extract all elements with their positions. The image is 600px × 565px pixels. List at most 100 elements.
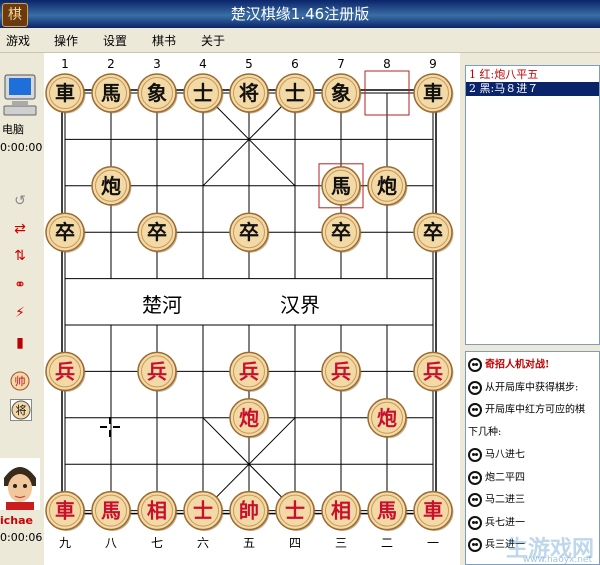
- piece-label: 兵: [55, 359, 75, 383]
- window-title: 楚汉棋缘1.46注册版: [230, 5, 370, 23]
- piece-label: 卒: [239, 220, 259, 244]
- chess-piece[interactable]: 卒: [229, 212, 270, 253]
- chess-piece[interactable]: 車: [413, 490, 454, 532]
- column-label-top: 9: [429, 57, 437, 71]
- piece-label: 帥: [239, 499, 259, 523]
- hint-line: 开局库中红方可应的棋: [468, 403, 585, 418]
- piece-label: 炮: [101, 174, 121, 198]
- piece-label: 兵: [147, 359, 167, 383]
- top-player-name: 电脑: [2, 123, 24, 136]
- piece-label: 卒: [147, 220, 167, 244]
- column-label-top: 5: [245, 57, 253, 71]
- chess-piece[interactable]: 将: [229, 73, 270, 114]
- chess-piece[interactable]: 兵: [321, 351, 362, 392]
- piece-label: 象: [147, 81, 167, 105]
- left-panel: 电脑 0:00:00 ↺ ⇄ ⇅ ⚭ ⚡ ▮ 帅 将 ichae 0:00:06: [0, 53, 45, 565]
- chess-piece[interactable]: 相: [321, 490, 362, 532]
- piece-label: 象: [331, 81, 351, 105]
- menu-bar: 游戏 操作 设置 棋书 关于: [0, 28, 600, 53]
- chess-piece[interactable]: 象: [321, 73, 362, 114]
- chess-piece[interactable]: 車: [413, 73, 454, 114]
- hint-text: 马八进七: [485, 449, 525, 461]
- piece-label: 士: [193, 81, 213, 105]
- chess-piece[interactable]: 士: [183, 490, 224, 532]
- chess-piece[interactable]: 兵: [137, 351, 178, 392]
- move-entry[interactable]: 2 黑:马８进７: [466, 82, 599, 96]
- panda-icon: [468, 515, 482, 530]
- piece-label: 炮: [377, 406, 397, 430]
- menu-about[interactable]: 关于: [201, 32, 225, 49]
- piece-label: 馬: [101, 499, 121, 523]
- up-down-icon[interactable]: ⇅: [10, 246, 30, 266]
- column-label-top: 4: [199, 57, 207, 71]
- svg-text:将: 将: [16, 404, 27, 417]
- chess-piece[interactable]: 炮: [367, 166, 408, 207]
- chess-piece[interactable]: 相: [137, 490, 178, 532]
- red-marshal-icon[interactable]: 帅: [10, 371, 30, 391]
- piece-label: 馬: [377, 499, 397, 523]
- chess-piece[interactable]: 馬: [91, 490, 132, 532]
- column-label-top: 1: [61, 57, 69, 71]
- column-label-top: 3: [153, 57, 161, 71]
- chess-piece[interactable]: 卒: [321, 212, 362, 253]
- chess-piece[interactable]: 象: [137, 73, 178, 114]
- chess-piece[interactable]: 炮: [367, 398, 408, 439]
- piece-label: 将: [239, 81, 259, 105]
- hint-line: 下几种:: [468, 426, 501, 440]
- chess-piece[interactable]: 車: [45, 73, 86, 114]
- piece-label: 卒: [331, 220, 351, 244]
- piece-label: 士: [285, 499, 305, 523]
- chess-piece[interactable]: 兵: [229, 351, 270, 392]
- move-list[interactable]: 1 红:炮八平五 2 黑:马８进７: [465, 65, 600, 345]
- piece-label: 兵: [331, 359, 351, 383]
- board-canvas[interactable]: 1 2 3 4 5 6 7 8 9九八七六五四三二一 車馬象士将士象車炮馬炮卒卒卒卒卒兵兵兵兵兵…: [44, 53, 460, 565]
- menu-operate[interactable]: 操作: [54, 32, 78, 49]
- river-label-han: 汉界: [280, 293, 320, 317]
- chess-piece[interactable]: 卒: [45, 212, 86, 253]
- menu-books[interactable]: 棋书: [152, 32, 176, 49]
- chess-piece[interactable]: 兵: [413, 351, 454, 392]
- chess-piece[interactable]: 兵: [45, 351, 86, 392]
- hint-text: 奇招人机对战!: [485, 359, 550, 371]
- column-label-bottom: 六: [197, 536, 209, 550]
- column-label-top: 7: [337, 57, 345, 71]
- panda-icon: [468, 358, 482, 372]
- move-entry[interactable]: 1 红:炮八平五: [466, 68, 599, 82]
- piece-label: 車: [423, 499, 443, 523]
- chess-piece[interactable]: 炮: [229, 398, 270, 439]
- link-icon[interactable]: ⚭: [10, 275, 30, 295]
- computer-icon: [3, 74, 37, 116]
- chess-piece[interactable]: 馬: [91, 73, 132, 114]
- black-general-icon[interactable]: 将: [10, 399, 32, 421]
- menu-game[interactable]: 游戏: [6, 32, 30, 49]
- hint-text: 马二进三: [485, 494, 525, 506]
- column-label-bottom: 二: [381, 536, 393, 550]
- menu-settings[interactable]: 设置: [103, 32, 127, 49]
- piece-label: 兵: [423, 359, 443, 383]
- column-label-bottom: 三: [335, 536, 347, 550]
- app-icon[interactable]: 棋: [2, 3, 28, 27]
- lightning-icon[interactable]: ⚡: [10, 303, 30, 323]
- panda-icon: [468, 403, 482, 417]
- chess-piece[interactable]: 卒: [137, 212, 178, 253]
- piece-label: 馬: [331, 174, 351, 198]
- column-label-bottom: 八: [105, 536, 117, 550]
- book-icon[interactable]: ▮: [10, 333, 30, 353]
- swap-icon[interactable]: ⇄: [10, 219, 30, 239]
- chess-piece[interactable]: 炮: [91, 166, 132, 207]
- hint-text: 下几种:: [468, 426, 502, 438]
- undo-icon[interactable]: ↺: [10, 191, 30, 211]
- chess-piece[interactable]: 車: [45, 490, 86, 532]
- chess-board[interactable]: 123456789九八七六五四三二一 車馬象士将士象車炮馬炮卒卒卒卒卒兵兵兵兵兵…: [44, 53, 460, 565]
- chess-piece[interactable]: 士: [275, 73, 316, 114]
- chess-piece[interactable]: 馬: [367, 490, 408, 532]
- piece-label: 士: [285, 81, 305, 105]
- chess-piece[interactable]: 士: [183, 73, 224, 114]
- hint-line: 马八进七: [468, 448, 525, 463]
- chess-piece[interactable]: 卒: [413, 212, 454, 253]
- chess-piece[interactable]: 馬: [321, 166, 362, 207]
- chess-piece[interactable]: 士: [275, 490, 316, 532]
- chess-piece[interactable]: 帥: [229, 490, 270, 532]
- piece-label: 卒: [423, 220, 443, 244]
- piece-label: 車: [55, 499, 75, 523]
